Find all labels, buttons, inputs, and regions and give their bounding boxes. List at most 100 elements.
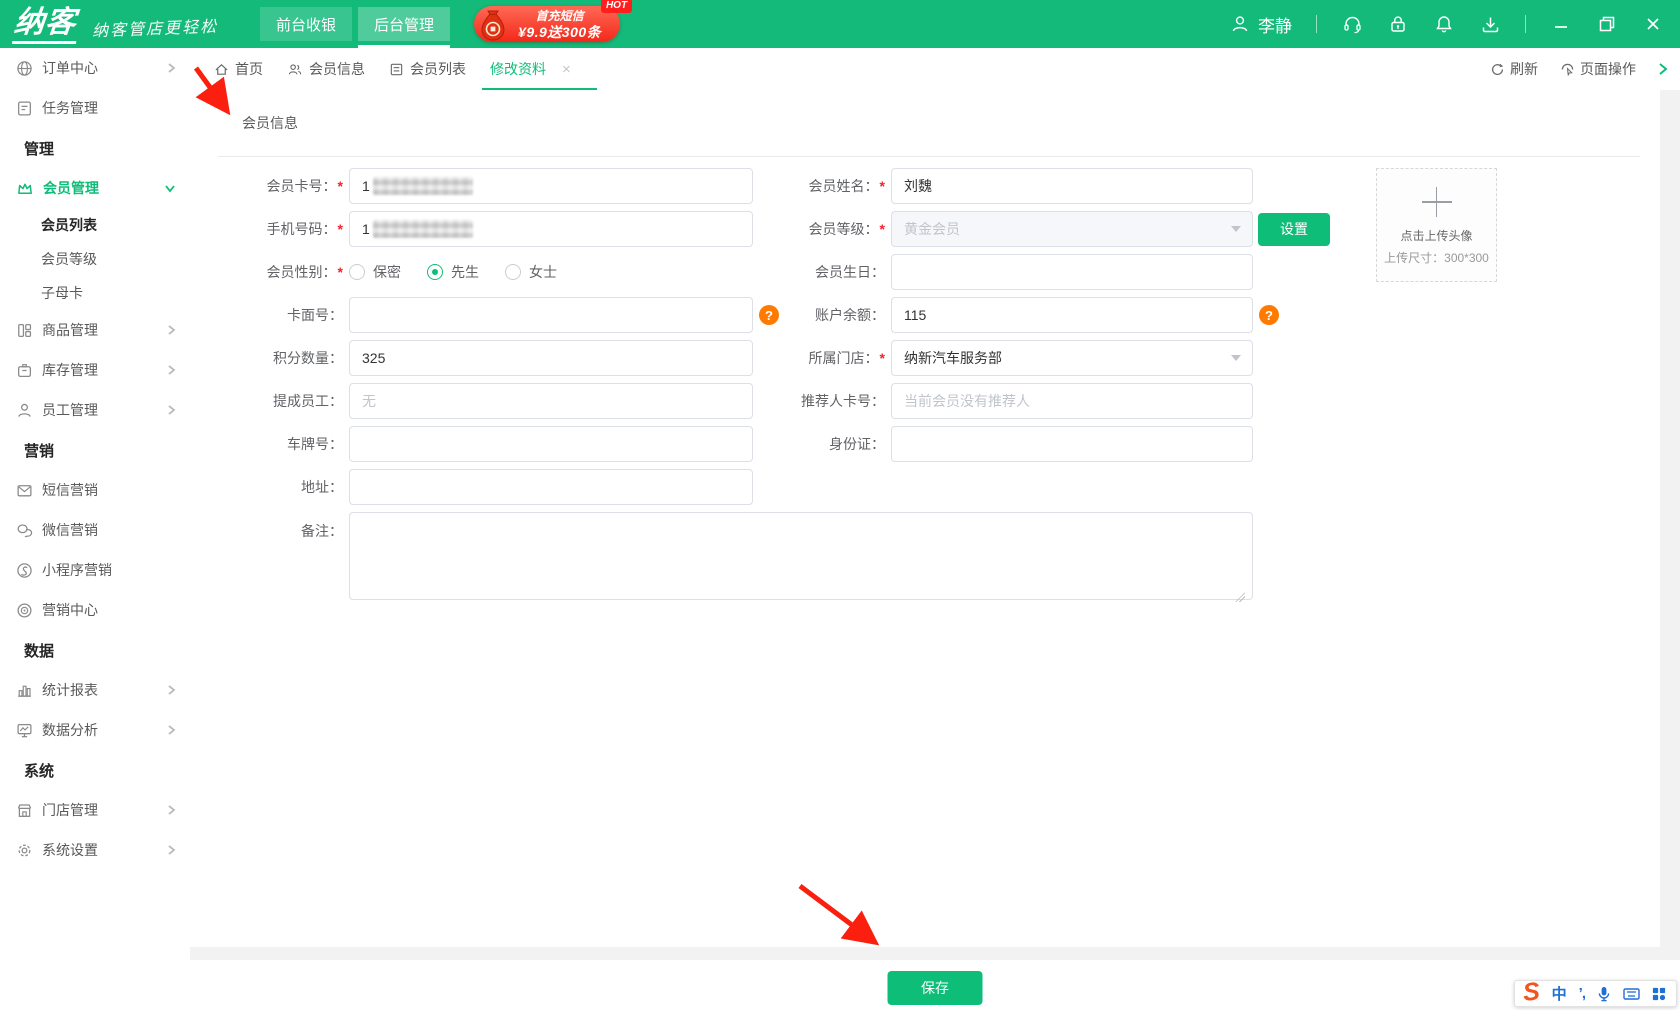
- address-input[interactable]: [349, 469, 753, 505]
- sidebar-item-statistics-report[interactable]: 统计报表: [0, 670, 190, 710]
- tab-close-icon[interactable]: ×: [562, 61, 571, 78]
- sidebar-item-goods-management[interactable]: 商品管理: [0, 310, 190, 350]
- sidebar-item-inventory-management[interactable]: 库存管理: [0, 350, 190, 390]
- store-icon: [16, 802, 33, 819]
- sidebar-item-store-management[interactable]: 门店管理: [0, 790, 190, 830]
- support-headset-icon[interactable]: [1341, 13, 1363, 35]
- keyboard-icon[interactable]: [1623, 987, 1640, 1001]
- chevron-right-icon: [167, 324, 176, 336]
- points-input[interactable]: [349, 340, 753, 376]
- field-label-store: 所属门店：*: [753, 348, 885, 368]
- sidebar-item-order-center[interactable]: 订单中心: [0, 48, 190, 88]
- microphone-icon[interactable]: [1597, 986, 1611, 1002]
- chevron-right-icon: [167, 724, 176, 736]
- textarea-resize-handle[interactable]: [1235, 592, 1245, 602]
- sogou-logo-icon[interactable]: S: [1522, 981, 1541, 1003]
- sidebar-item-data-analysis[interactable]: 数据分析: [0, 710, 190, 750]
- sms-icon: [16, 482, 33, 499]
- sidebar-section-marketing: 营销: [0, 430, 190, 470]
- sidebar-item-sms-marketing[interactable]: 短信营销: [0, 470, 190, 510]
- radio-gender-female[interactable]: 女士: [505, 262, 557, 282]
- radio-gender-secret[interactable]: 保密: [349, 262, 401, 282]
- page-operations-button[interactable]: 页面操作: [1560, 59, 1636, 79]
- sidebar-item-system-settings[interactable]: 系统设置: [0, 830, 190, 870]
- user-account[interactable]: 李静: [1230, 12, 1292, 37]
- refresh-button[interactable]: 刷新: [1490, 59, 1538, 79]
- tab-member-list[interactable]: 会员列表: [389, 48, 466, 90]
- promo-banner[interactable]: 首充短信 ¥9.9送300条 HOT: [474, 6, 620, 42]
- chevron-right-icon: [167, 62, 176, 74]
- page-operations-icon: [1560, 62, 1575, 77]
- chevron-down-icon: [164, 184, 176, 193]
- minimize-button[interactable]: [1550, 13, 1572, 35]
- balance-input[interactable]: [891, 297, 1253, 333]
- store-select[interactable]: [891, 340, 1253, 376]
- card-face-input[interactable]: [349, 297, 753, 333]
- level-settings-button[interactable]: 设置: [1258, 213, 1330, 246]
- restore-window-button[interactable]: [1596, 13, 1618, 35]
- target-icon: [16, 602, 33, 619]
- nav-front-cashier-button[interactable]: 前台收银: [260, 7, 352, 41]
- app-logo: 纳客: [12, 5, 80, 44]
- download-icon[interactable]: [1479, 13, 1501, 35]
- field-label-level: 会员等级：*: [753, 219, 885, 239]
- card-no-input[interactable]: 1: [349, 168, 753, 204]
- help-icon[interactable]: ?: [1259, 305, 1279, 325]
- radio-icon: [505, 264, 521, 280]
- field-label-phone: 手机号码：*: [190, 219, 343, 239]
- close-window-button[interactable]: [1642, 13, 1664, 35]
- tab-member-info[interactable]: 会员信息: [287, 48, 365, 90]
- sidebar-item-staff-management[interactable]: 员工管理: [0, 390, 190, 430]
- page-operations-chevron-icon[interactable]: [1658, 62, 1668, 76]
- home-icon: [214, 62, 229, 77]
- field-label-address: 地址：: [190, 477, 343, 497]
- lock-icon[interactable]: [1387, 13, 1409, 35]
- masked-value: [373, 177, 473, 195]
- radio-icon: [427, 264, 443, 280]
- phone-input[interactable]: 1: [349, 211, 753, 247]
- member-form: 会员卡号：* 1 会员姓名：* 手机号码：* 1 会员等级：*: [190, 168, 1660, 607]
- masked-value: [373, 220, 473, 238]
- sidebar-subitem-member-list[interactable]: 会员列表: [0, 208, 190, 242]
- sidebar-subitem-member-level[interactable]: 会员等级: [0, 242, 190, 276]
- list-icon: [389, 62, 404, 77]
- sidebar-subitem-parent-child-card[interactable]: 子母卡: [0, 276, 190, 310]
- sidebar-item-task-management[interactable]: 任务管理: [0, 88, 190, 128]
- chevron-right-icon: [167, 844, 176, 856]
- chevron-right-icon: [167, 364, 176, 376]
- sidebar-item-member-management[interactable]: 会员管理: [0, 168, 190, 208]
- app-window: 纳客 纳客管店更轻松 前台收银 后台管理 首充短信 ¥9.9送300条 HOT …: [0, 0, 1680, 1010]
- tab-home[interactable]: 首页: [214, 48, 263, 90]
- ime-punctuation[interactable]: ’,: [1579, 985, 1585, 1002]
- help-icon[interactable]: ?: [759, 305, 779, 325]
- refresh-icon: [1490, 62, 1505, 77]
- id-card-input[interactable]: [891, 426, 1253, 462]
- birthday-input[interactable]: [891, 254, 1253, 290]
- wechat-icon: [16, 522, 33, 539]
- save-button[interactable]: 保存: [888, 971, 983, 1005]
- sidebar-item-miniprogram-marketing[interactable]: 小程序营销: [0, 550, 190, 590]
- staff-icon: [16, 402, 33, 419]
- ime-skin-grid-icon[interactable]: [1652, 987, 1666, 1001]
- referrer-card-input[interactable]: [891, 383, 1253, 419]
- avatar-upload-box[interactable]: 点击上传头像 上传尺寸：300*300: [1376, 168, 1497, 282]
- member-name-input[interactable]: [891, 168, 1253, 204]
- money-bag-icon: [472, 2, 514, 44]
- tabbar: 首页 会员信息 会员列表 修改资料 × 刷新 页面操作: [190, 48, 1680, 90]
- sidebar-item-marketing-center[interactable]: 营销中心: [0, 590, 190, 630]
- plate-number-input[interactable]: [349, 426, 753, 462]
- ime-chinese-mode[interactable]: 中: [1552, 983, 1567, 1004]
- commission-staff-input[interactable]: [349, 383, 753, 419]
- radio-gender-male[interactable]: 先生: [427, 262, 479, 282]
- field-label-referrer: 推荐人卡号：: [753, 391, 885, 411]
- nav-backend-button[interactable]: 后台管理: [358, 7, 450, 41]
- field-label-birthday: 会员生日：: [753, 262, 885, 282]
- member-level-select[interactable]: [891, 211, 1253, 247]
- notifications-bell-icon[interactable]: [1433, 13, 1455, 35]
- field-label-points: 积分数量：: [190, 348, 343, 368]
- tasks-icon: [16, 100, 33, 117]
- sidebar-item-wechat-marketing[interactable]: 微信营销: [0, 510, 190, 550]
- tab-edit-profile[interactable]: 修改资料 ×: [490, 48, 571, 90]
- field-label-commission-staff: 提成员工：: [190, 391, 343, 411]
- remark-textarea[interactable]: [349, 512, 1253, 600]
